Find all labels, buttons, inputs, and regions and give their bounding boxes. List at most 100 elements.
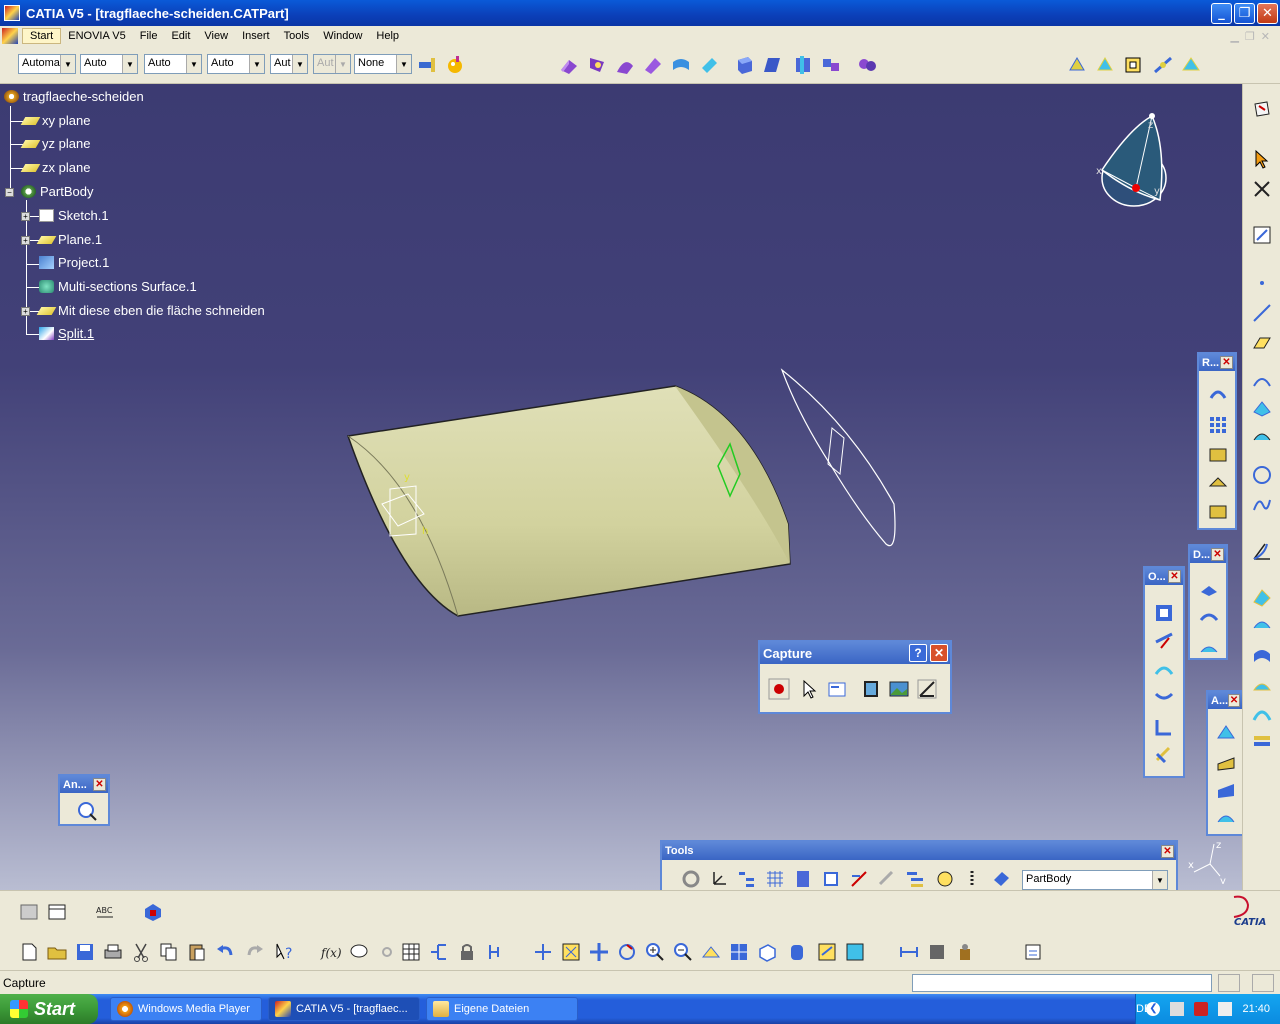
operations-palette-header[interactable]: O... ✕: [1145, 568, 1183, 585]
zoom-in-icon[interactable]: [644, 941, 666, 963]
line-type-combo[interactable]: Auto ▼: [207, 54, 265, 74]
design-table-icon[interactable]: [376, 941, 398, 963]
transparency-combo[interactable]: Auto ▼: [80, 54, 138, 74]
menu-enovia[interactable]: ENOVIA V5: [61, 29, 132, 43]
document-icon[interactable]: [2, 28, 18, 44]
color-ball-icon[interactable]: [444, 54, 466, 76]
fill-surface-icon[interactable]: [698, 54, 720, 76]
3d-axes-icon[interactable]: [1251, 178, 1273, 200]
axis-system-tool-icon[interactable]: [708, 868, 730, 890]
work-on-support-icon[interactable]: [792, 868, 814, 890]
language-indicator[interactable]: DE: [1136, 1003, 1151, 1015]
untrim-icon[interactable]: [792, 54, 814, 76]
point-symbol-combo[interactable]: Aut ▼: [270, 54, 308, 74]
expand-plane-toggle[interactable]: +: [21, 236, 30, 245]
doc-close-button[interactable]: ✕: [1261, 30, 1270, 43]
image-icon[interactable]: [888, 678, 910, 700]
3d-viewport[interactable]: − + + + tragflaeche-scheiden xy plane yz…: [0, 84, 1242, 890]
menu-insert[interactable]: Insert: [235, 29, 277, 43]
cut-icon[interactable]: [130, 941, 152, 963]
near-icon[interactable]: [1153, 602, 1175, 624]
law-icon[interactable]: [428, 941, 450, 963]
pan-icon[interactable]: [588, 941, 610, 963]
close-developed-shapes-button[interactable]: ✕: [1211, 548, 1224, 561]
circle-icon[interactable]: [1251, 464, 1273, 486]
print-capture-icon[interactable]: [916, 678, 938, 700]
layer-combo[interactable]: None ▼: [354, 54, 412, 74]
split-tool-icon[interactable]: [1153, 630, 1175, 652]
sheet-metal-icon[interactable]: [18, 901, 40, 923]
sweep-surface-icon[interactable]: [670, 54, 692, 76]
dropdown-arrow-icon[interactable]: ▼: [396, 55, 411, 73]
dropdown-arrow-icon[interactable]: ▼: [292, 55, 307, 73]
revolve-surface-icon[interactable]: [586, 54, 608, 76]
unfold-icon[interactable]: [1198, 608, 1220, 630]
plane-icon[interactable]: [1251, 332, 1273, 354]
wrap-curve-icon[interactable]: [1215, 752, 1237, 774]
select-mode-icon[interactable]: [798, 678, 820, 700]
offset-surface-icon[interactable]: [642, 54, 664, 76]
tree-item-project[interactable]: Project.1: [39, 255, 109, 270]
command-input[interactable]: [912, 974, 1212, 992]
copy-icon[interactable]: [158, 941, 180, 963]
instantiate-icon[interactable]: [1207, 472, 1229, 494]
catia-app-icon[interactable]: [4, 5, 20, 21]
advanced-surfaces-palette[interactable]: A... ✕: [1206, 690, 1242, 836]
select-arrow-icon[interactable]: [1251, 148, 1273, 170]
comment-icon[interactable]: [348, 941, 370, 963]
color-combo[interactable]: Automa ▼: [18, 54, 76, 74]
capture-options-icon[interactable]: [826, 678, 848, 700]
update-icon[interactable]: [680, 868, 702, 890]
menu-window[interactable]: Window: [316, 29, 369, 43]
tree-item-zx-plane[interactable]: zx plane: [20, 160, 90, 175]
grid-icon[interactable]: [764, 868, 786, 890]
reaction-icon[interactable]: [486, 941, 508, 963]
formula-icon[interactable]: f(x): [320, 941, 342, 963]
revolve-tool-icon[interactable]: [1251, 614, 1273, 636]
powercopy-icon[interactable]: [1207, 444, 1229, 466]
menu-file[interactable]: File: [133, 29, 165, 43]
plane-tool-icon[interactable]: [1180, 54, 1202, 76]
blend-icon[interactable]: [1251, 730, 1273, 752]
point-tool-icon[interactable]: [1251, 272, 1273, 294]
tray-security-icon[interactable]: [1194, 1002, 1209, 1016]
developed-shapes-palette[interactable]: D... ✕: [1188, 544, 1228, 660]
organize-icon[interactable]: [904, 868, 926, 890]
dropdown-arrow-icon[interactable]: ▼: [122, 55, 137, 73]
line-tool-icon[interactable]: [1251, 302, 1273, 324]
redo-icon[interactable]: [244, 941, 266, 963]
menu-edit[interactable]: Edit: [164, 29, 197, 43]
menu-help[interactable]: Help: [369, 29, 406, 43]
fill-tool-icon[interactable]: [1251, 674, 1273, 696]
axis-system-icon[interactable]: [1122, 54, 1144, 76]
extremum-icon[interactable]: [1094, 54, 1116, 76]
lock-icon[interactable]: [456, 941, 478, 963]
tree-item-partbody[interactable]: PartBody: [21, 184, 93, 199]
helix-icon[interactable]: [1251, 540, 1273, 562]
workbench-icon[interactable]: [1251, 98, 1273, 120]
extrude-surface-icon[interactable]: [558, 54, 580, 76]
datum-icon[interactable]: [820, 868, 842, 890]
menu-tools[interactable]: Tools: [277, 29, 317, 43]
measure-item-icon[interactable]: [926, 941, 948, 963]
offset-curve-icon[interactable]: [1251, 426, 1273, 448]
undo-icon[interactable]: [214, 941, 236, 963]
extract-icon[interactable]: [1153, 688, 1175, 710]
projection-tool-icon[interactable]: [1251, 370, 1273, 392]
tree-root[interactable]: tragflaeche-scheiden: [4, 89, 144, 104]
multisection-tool-icon[interactable]: [1251, 702, 1273, 724]
repetition-icon[interactable]: [1207, 384, 1229, 406]
tree-item-cutting-plane[interactable]: Mit diese eben die fläche schneiden: [36, 303, 265, 318]
knowledge-icon[interactable]: [142, 901, 164, 923]
sweep-tool-icon[interactable]: [1251, 644, 1273, 666]
replication-palette[interactable]: R... ✕: [1197, 352, 1237, 530]
product-icon[interactable]: [1022, 941, 1044, 963]
record-icon[interactable]: [768, 678, 790, 700]
developed-shapes-header[interactable]: D... ✕: [1190, 546, 1226, 563]
close-tools-button[interactable]: ✕: [1161, 844, 1174, 858]
minimize-button[interactable]: _: [1211, 2, 1232, 24]
shading-icon[interactable]: [786, 941, 808, 963]
bump-icon[interactable]: [1215, 722, 1237, 744]
tools-palette[interactable]: Tools ✕ PartBody ▼: [660, 840, 1178, 890]
tree-tool-icon[interactable]: [736, 868, 758, 890]
